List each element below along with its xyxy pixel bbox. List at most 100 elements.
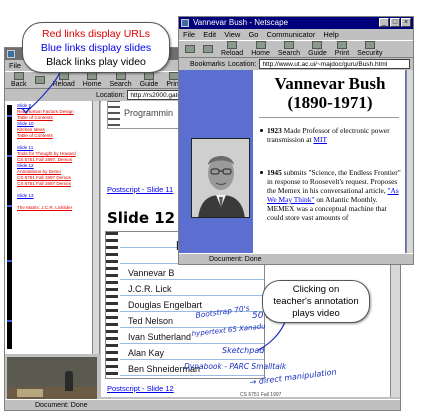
- guide-icon: [312, 41, 323, 49]
- video-desk: [17, 389, 43, 397]
- callout-line: teacher's annotation: [273, 296, 359, 307]
- print-icon: [336, 41, 347, 49]
- bullet-1945: 1945 submits "Science, the Endless Front…: [260, 168, 402, 222]
- bookmarks-button[interactable]: Bookmarks: [190, 61, 225, 68]
- lecture-video[interactable]: [7, 357, 97, 405]
- notebook-row: Douglas Engelbart: [128, 300, 203, 310]
- timeline-marker[interactable]: [7, 205, 12, 207]
- bullet-year: 1923: [267, 126, 282, 135]
- annotation-video-callout: Clicking on teacher's annotation plays v…: [262, 280, 370, 323]
- forward-icon: [203, 44, 213, 53]
- search-icon: [115, 72, 126, 80]
- title-divider: [259, 117, 399, 118]
- search-icon: [283, 41, 294, 49]
- guide-button[interactable]: Guide: [305, 41, 330, 57]
- biography-page: Vannevar Bush (1890-1971) 1923 Made Prof…: [253, 70, 405, 255]
- location-label: Location:: [228, 60, 257, 68]
- reload-icon: [58, 72, 69, 80]
- back-button[interactable]: Back: [8, 72, 30, 88]
- notebook-row: Ted Nelson: [128, 316, 174, 326]
- guide-icon: [143, 72, 154, 80]
- location-input[interactable]: http://www.ut.ac.ui/~majdoc/guru/Bush.ht…: [259, 59, 410, 69]
- callout-line: Clicking on: [292, 284, 340, 295]
- page-title: Vannevar Bush (1890-1971): [274, 74, 386, 112]
- netscape-app-icon: [181, 19, 189, 27]
- menu-help[interactable]: Help: [323, 30, 338, 39]
- legend-black-line: Black links play video: [46, 56, 146, 68]
- screenshot-stage: _ □ × File Back Reload Home Search Guide…: [0, 0, 435, 419]
- vannevar-bush-portrait: [191, 138, 250, 218]
- timeline-marker[interactable]: [7, 260, 12, 262]
- notebook-row: Alan Kay: [128, 348, 165, 358]
- lecture-timeline[interactable]: [7, 105, 12, 349]
- postscript-slide-11-link[interactable]: Postscript - Slide 11: [107, 185, 173, 194]
- menu-edit[interactable]: Edit: [203, 30, 216, 39]
- search-button[interactable]: Search: [106, 72, 134, 88]
- netscape-window: Vannevar Bush - Netscape _ □ × File Edit…: [178, 16, 414, 265]
- back-icon: [13, 72, 24, 80]
- netscape-titlebar[interactable]: Vannevar Bush - Netscape _ □ ×: [179, 17, 413, 29]
- minimize-button[interactable]: _: [379, 18, 389, 27]
- menu-file[interactable]: File: [183, 30, 195, 39]
- home-icon: [255, 41, 266, 49]
- legend-blue-line: Blue links display slides: [40, 42, 152, 54]
- home-button[interactable]: Home: [80, 72, 105, 88]
- netscape-status-bar: Document: Done: [179, 253, 413, 264]
- forward-button[interactable]: [200, 44, 216, 54]
- reload-icon: [227, 41, 238, 49]
- notebook-row: J.C.R. Lick: [128, 284, 172, 294]
- lock-icon: [364, 41, 375, 49]
- index-scrollbar[interactable]: [92, 101, 99, 354]
- timeline-marker[interactable]: [7, 115, 12, 117]
- video-teacher: [65, 371, 73, 391]
- netscape-page: Vannevar Bush (1890-1971) 1923 Made Prof…: [179, 70, 413, 255]
- mit-link[interactable]: MIT: [313, 135, 327, 144]
- callout-line: plays video: [292, 308, 340, 319]
- menu-communicator[interactable]: Communicator: [267, 30, 316, 39]
- index-link-list: Slide 9 Red Human Factors Design Table of …: [17, 103, 97, 211]
- notebook-row: Vannevar B: [128, 268, 175, 278]
- location-label: Location:: [96, 91, 125, 99]
- lecture-status-bar: Document: Done: [5, 399, 400, 410]
- reload-button[interactable]: Reload: [218, 41, 246, 57]
- menu-view[interactable]: View: [224, 30, 240, 39]
- bullet-text: Made Professor of electronic power trans…: [267, 126, 390, 144]
- bullet-1923: 1923 Made Professor of electronic power …: [260, 126, 402, 144]
- postscript-slide-12-link[interactable]: Postscript - Slide 12: [107, 384, 174, 393]
- forward-icon: [34, 75, 45, 84]
- close-button[interactable]: ×: [401, 18, 411, 27]
- netscape-toolbar: Reload Home Search Guide Print Security: [179, 40, 413, 58]
- netscape-menubar: File Edit View Go Communicator Help: [179, 29, 413, 40]
- bullet-text: submits "Science, the Endless Frontier" …: [267, 168, 401, 195]
- netscape-scrollbar[interactable]: [406, 70, 413, 255]
- search-button[interactable]: Search: [275, 41, 303, 57]
- reload-button[interactable]: Reload: [50, 72, 78, 88]
- menu-file[interactable]: File: [9, 61, 21, 70]
- timeline-marker[interactable]: [7, 320, 12, 322]
- forward-button[interactable]: [32, 75, 48, 85]
- portrait-image: [192, 139, 249, 217]
- timeline-marker[interactable]: [7, 155, 12, 157]
- guide-button[interactable]: Guide: [137, 72, 162, 88]
- notebook-row: Ben Shneiderman: [128, 364, 201, 374]
- notebook-rings: [106, 232, 118, 378]
- notebook-rings: [108, 101, 120, 128]
- home-button[interactable]: Home: [248, 41, 273, 57]
- home-icon: [87, 72, 98, 80]
- lecture-index-panel: Slide 9 Red Human Factors Design Table of …: [5, 101, 100, 354]
- notebook-row: Ivan Sutherland: [128, 332, 192, 342]
- back-icon: [185, 44, 195, 53]
- url-link[interactable]: The Matrix: J.C.R. Licklider: [17, 205, 97, 211]
- browser-app-icon: [7, 50, 15, 58]
- maximize-button[interactable]: □: [390, 18, 400, 27]
- link-color-legend-callout: Red links display URLs Blue links displa…: [22, 22, 170, 73]
- netscape-window-title: Vannevar Bush - Netscape: [193, 18, 289, 27]
- security-button[interactable]: Security: [354, 41, 385, 57]
- menu-go[interactable]: Go: [248, 30, 258, 39]
- back-button[interactable]: [182, 44, 198, 54]
- print-button[interactable]: Print: [332, 41, 352, 57]
- slide-heading: Slide 12: [107, 209, 176, 227]
- previous-slide-text: Programmin: [124, 108, 174, 118]
- legend-red-line: Red links display URLs: [42, 28, 150, 40]
- video-whiteboard: [7, 357, 97, 387]
